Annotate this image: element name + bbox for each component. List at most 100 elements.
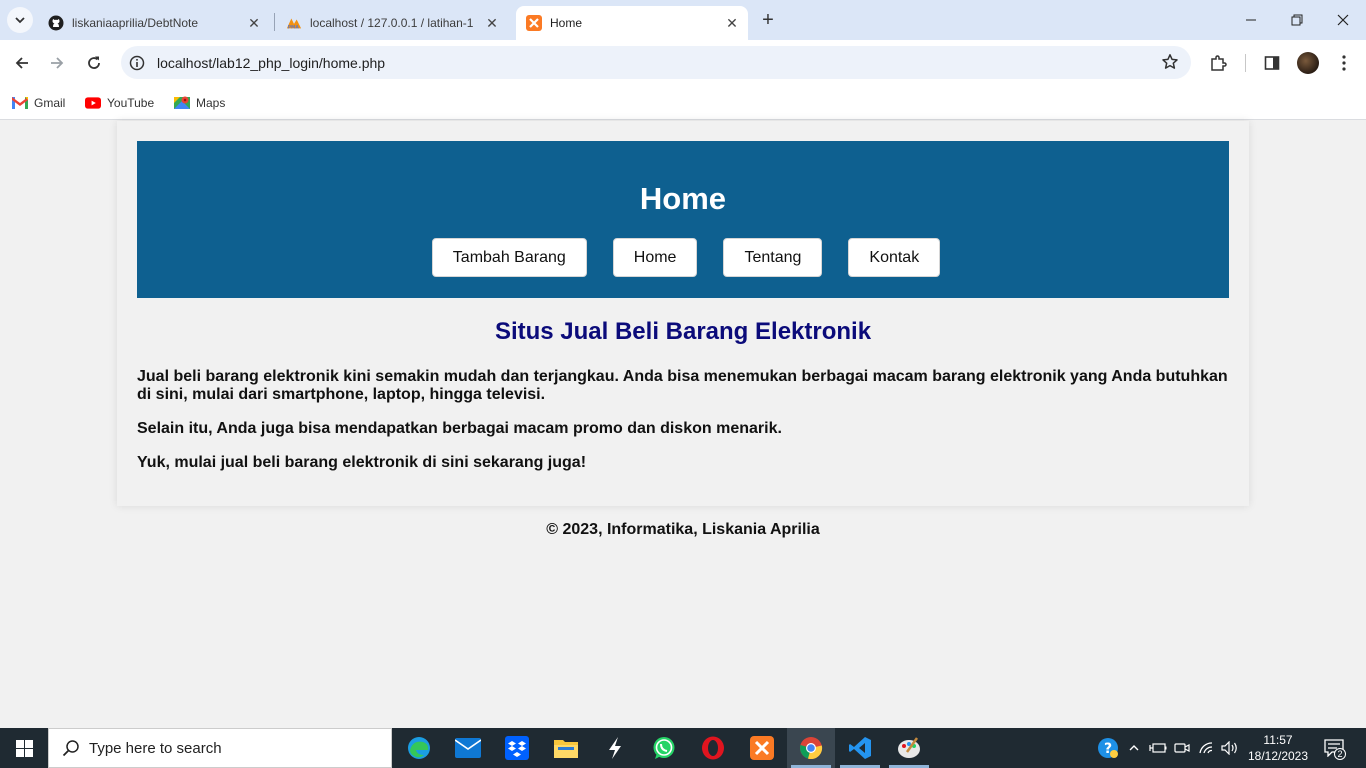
- camera-icon: [1174, 743, 1190, 753]
- side-panel-button[interactable]: [1257, 48, 1287, 78]
- network-tray-icon[interactable]: [1196, 728, 1218, 768]
- start-button[interactable]: [0, 728, 48, 768]
- tab-github[interactable]: liskaniaaprilia/DebtNote ✕: [38, 6, 270, 40]
- paragraph-intro: Jual beli barang elektronik kini semakin…: [137, 368, 1228, 403]
- taskbar-clock[interactable]: 11:57 18/12/2023: [1240, 732, 1316, 764]
- taskbar-search[interactable]: Type here to search: [48, 728, 392, 768]
- new-tab-button[interactable]: +: [756, 8, 780, 32]
- site-footer: © 2023, Informatika, Liskania Aprilia: [546, 521, 820, 538]
- vscode-icon: [849, 737, 871, 759]
- taskbar-paint[interactable]: [885, 728, 933, 768]
- help-tray-icon[interactable]: ?: [1096, 728, 1120, 768]
- taskbar-opera[interactable]: [689, 728, 737, 768]
- bookmark-label: YouTube: [107, 96, 155, 110]
- meet-tray-icon[interactable]: [1172, 728, 1192, 768]
- taskbar-mail[interactable]: [444, 728, 492, 768]
- battery-plug-icon: [1149, 743, 1167, 753]
- show-hidden-icons-button[interactable]: [1126, 728, 1142, 768]
- arrow-right-icon: [51, 57, 64, 69]
- help-icon: ?: [1098, 738, 1118, 758]
- bookmark-gmail[interactable]: Gmail: [12, 92, 65, 114]
- edge-icon: [408, 737, 430, 759]
- taskbar-vscode[interactable]: [836, 728, 884, 768]
- bookmark-maps[interactable]: Maps: [174, 92, 225, 114]
- close-icon: [1337, 14, 1349, 26]
- minimize-button[interactable]: [1228, 0, 1274, 40]
- main-nav: Tambah Barang Home Tentang Kontak: [137, 238, 1229, 277]
- battery-tray-icon[interactable]: [1148, 728, 1168, 768]
- close-icon[interactable]: ✕: [244, 13, 264, 33]
- menu-button[interactable]: [1329, 48, 1359, 78]
- clock-time: 11:57: [1263, 733, 1293, 747]
- minimize-icon: [1246, 19, 1256, 21]
- tab-home[interactable]: Home ✕: [516, 6, 748, 40]
- taskbar-stackedit[interactable]: [591, 728, 639, 768]
- restore-button[interactable]: [1274, 0, 1320, 40]
- paragraph-promo: Selain itu, Anda juga bisa mendapatkan b…: [137, 420, 782, 437]
- more-vertical-icon: [1342, 55, 1346, 71]
- file-explorer-icon: [554, 740, 578, 758]
- browser-toolbar: localhost/lab12_php_login/home.php: [0, 40, 1366, 86]
- section-heading: Situs Jual Beli Barang Elektronik: [494, 318, 872, 345]
- tab-title: liskaniaaprilia/DebtNote: [72, 16, 199, 30]
- taskbar-edge[interactable]: [395, 728, 443, 768]
- address-bar[interactable]: localhost/lab12_php_login/home.php: [121, 46, 1191, 79]
- taskbar-whatsapp[interactable]: [640, 728, 688, 768]
- tab-phpmyadmin[interactable]: PMA localhost / 127.0.0.1 / latihan-1 ✕: [276, 6, 508, 40]
- reload-button[interactable]: [79, 48, 109, 78]
- nav-kontak[interactable]: Kontak: [848, 238, 941, 277]
- windows-icon: [15, 739, 33, 757]
- page-viewport: Home Tambah Barang Home Tentang Kontak S…: [0, 121, 1366, 728]
- site-header: Home Tambah Barang Home Tentang Kontak: [137, 141, 1229, 298]
- phpmyadmin-icon: PMA: [286, 15, 302, 31]
- opera-icon: [702, 736, 724, 760]
- side-panel-icon: [1264, 56, 1280, 70]
- volume-tray-icon[interactable]: [1219, 728, 1241, 768]
- nav-tentang[interactable]: Tentang: [723, 238, 823, 277]
- chevron-down-icon: [15, 17, 25, 24]
- clock-date: 18/12/2023: [1247, 749, 1309, 763]
- search-icon: [61, 738, 81, 758]
- bookmark-youtube[interactable]: YouTube: [85, 92, 154, 114]
- search-placeholder: Type here to search: [89, 739, 222, 757]
- tab-divider: [274, 13, 275, 31]
- profile-avatar[interactable]: [1297, 52, 1319, 74]
- xampp-icon: [526, 15, 542, 31]
- stackedit-icon: [609, 737, 621, 759]
- paragraph-cta: Yuk, mulai jual beli barang elektronik d…: [137, 454, 587, 471]
- paint-icon: [898, 737, 920, 758]
- notification-center-button[interactable]: 2: [1322, 736, 1346, 760]
- forward-button[interactable]: [42, 48, 72, 78]
- youtube-icon: [85, 95, 101, 111]
- taskbar-chrome[interactable]: [787, 728, 835, 768]
- window-close-button[interactable]: [1320, 0, 1366, 40]
- wifi-icon: [1199, 742, 1213, 754]
- bookmark-star-icon[interactable]: [1161, 53, 1179, 71]
- chrome-icon: [800, 737, 823, 760]
- nav-home[interactable]: Home: [612, 238, 698, 277]
- github-icon: [48, 15, 64, 31]
- speaker-icon: [1221, 741, 1237, 755]
- chevron-up-icon: [1129, 745, 1139, 751]
- close-icon[interactable]: ✕: [482, 13, 502, 33]
- extensions-button[interactable]: [1203, 48, 1233, 78]
- url-text[interactable]: localhost/lab12_php_login/home.php: [157, 55, 385, 71]
- mail-icon: [455, 738, 481, 758]
- bookmark-label: Gmail: [34, 96, 66, 110]
- toolbar-divider: [1245, 54, 1246, 72]
- site-info-icon[interactable]: [129, 55, 145, 71]
- page-title: Home: [639, 181, 727, 216]
- arrow-left-icon: [15, 57, 28, 69]
- taskbar-dropbox[interactable]: [493, 728, 541, 768]
- close-icon[interactable]: ✕: [722, 13, 742, 33]
- reload-icon: [88, 56, 100, 69]
- maps-icon: [174, 95, 190, 111]
- whatsapp-icon: [653, 737, 675, 759]
- tab-search-button[interactable]: [7, 7, 33, 33]
- back-button[interactable]: [7, 48, 37, 78]
- taskbar-file-explorer[interactable]: [542, 728, 590, 768]
- nav-tambah-barang[interactable]: Tambah Barang: [431, 238, 587, 277]
- restore-icon: [1291, 14, 1303, 26]
- taskbar-xampp[interactable]: [738, 728, 786, 768]
- windows-taskbar: Type here to search ? 11:57 18/12/2023 2: [0, 728, 1366, 768]
